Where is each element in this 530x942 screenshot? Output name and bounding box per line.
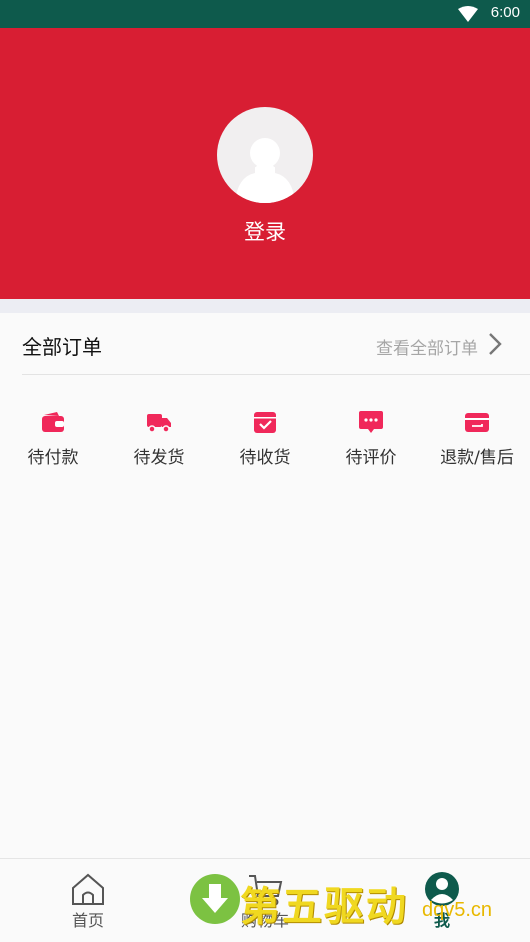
order-status-pending-review[interactable]: 待评价 <box>318 409 424 479</box>
wallet-icon <box>42 412 64 432</box>
tab-home[interactable]: 首页 <box>0 859 176 942</box>
wifi-icon <box>458 6 478 22</box>
order-status-label: 待评价 <box>345 448 397 468</box>
refund-icon <box>465 413 489 432</box>
orders-title: 全部订单 <box>22 335 102 359</box>
comment-icon <box>359 411 383 433</box>
watermark-url: dqv5.cn <box>422 899 493 921</box>
watermark: 第五驱动 dqv5.cn <box>190 872 520 932</box>
status-time: 6:00 <box>490 4 520 21</box>
tab-label: 首页 <box>71 911 104 930</box>
view-all-orders-link[interactable]: 查看全部订单 <box>376 334 478 359</box>
order-status-label: 退款/售后 <box>440 448 514 468</box>
package-check-icon <box>254 412 276 433</box>
order-status-label: 待收货 <box>239 448 291 468</box>
watermark-text: 第五驱动 <box>240 884 408 930</box>
order-status-pending-payment[interactable]: 待付款 <box>0 409 106 479</box>
home-icon <box>72 873 104 905</box>
section-divider <box>0 299 530 313</box>
order-status-pending-receipt[interactable]: 待收货 <box>212 409 318 479</box>
order-status-refund[interactable]: 退款/售后 <box>424 409 530 479</box>
login-link[interactable]: 登录 <box>0 216 530 246</box>
orders-panel: 全部订单 查看全部订单 待付款 待发货 待收货 待评价 退款/售后 <box>0 313 530 858</box>
order-status-pending-shipment[interactable]: 待发货 <box>106 409 212 479</box>
watermark-download-icon <box>190 874 240 924</box>
avatar[interactable] <box>217 107 313 203</box>
status-bar: 6:00 <box>0 0 530 28</box>
order-status-row: 待付款 待发货 待收货 待评价 退款/售后 <box>0 409 530 479</box>
order-status-label: 待发货 <box>133 448 185 468</box>
avatar-placeholder-icon <box>235 138 295 203</box>
profile-header: 登录 <box>0 28 530 299</box>
chevron-right-icon[interactable] <box>488 332 502 356</box>
order-status-label: 待付款 <box>27 448 79 468</box>
truck-icon <box>147 414 171 433</box>
orders-divider <box>22 374 530 375</box>
